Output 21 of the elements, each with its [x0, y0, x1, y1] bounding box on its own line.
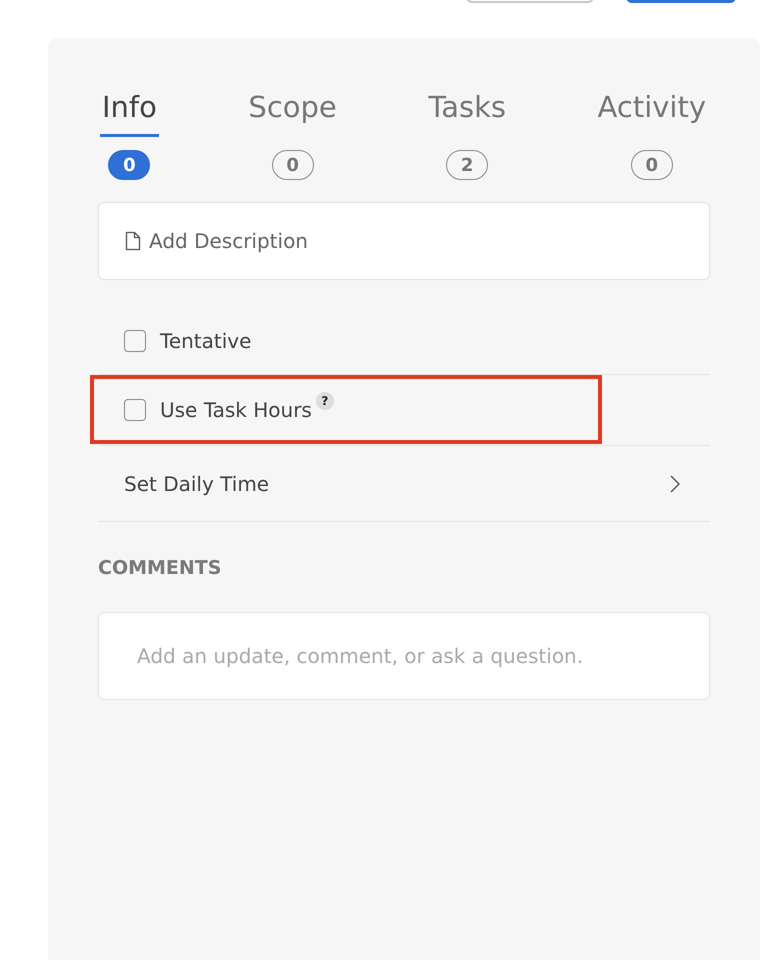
daily-time-row[interactable]: Set Daily Time [98, 446, 710, 522]
tab-label[interactable]: Tasks [426, 88, 508, 137]
row-label: Set Daily Time [124, 472, 270, 496]
chevron-right-icon [670, 474, 680, 492]
description-label: Add Description [149, 229, 308, 253]
count-badge: 0 [630, 150, 673, 180]
help-icon[interactable]: ? [316, 392, 334, 410]
tab-label[interactable]: Scope [246, 88, 339, 137]
comment-field[interactable]: Add an update, comment, or ask a question. [98, 612, 710, 700]
section-heading: COMMENTS [98, 557, 222, 579]
tab-label[interactable]: Activity [596, 88, 708, 137]
checkbox-label: Use Task Hours [160, 398, 312, 422]
document-icon [125, 231, 141, 251]
tab-label[interactable]: Info [100, 88, 159, 137]
checkbox[interactable] [124, 399, 146, 421]
count-badge: 0 [272, 150, 314, 180]
count-badge: 0 [108, 150, 150, 180]
checkbox-label: Tentative [160, 329, 252, 353]
count-badge: 2 [446, 150, 488, 180]
checkbox[interactable] [124, 330, 146, 352]
description-button[interactable]: Add Description [98, 202, 710, 280]
